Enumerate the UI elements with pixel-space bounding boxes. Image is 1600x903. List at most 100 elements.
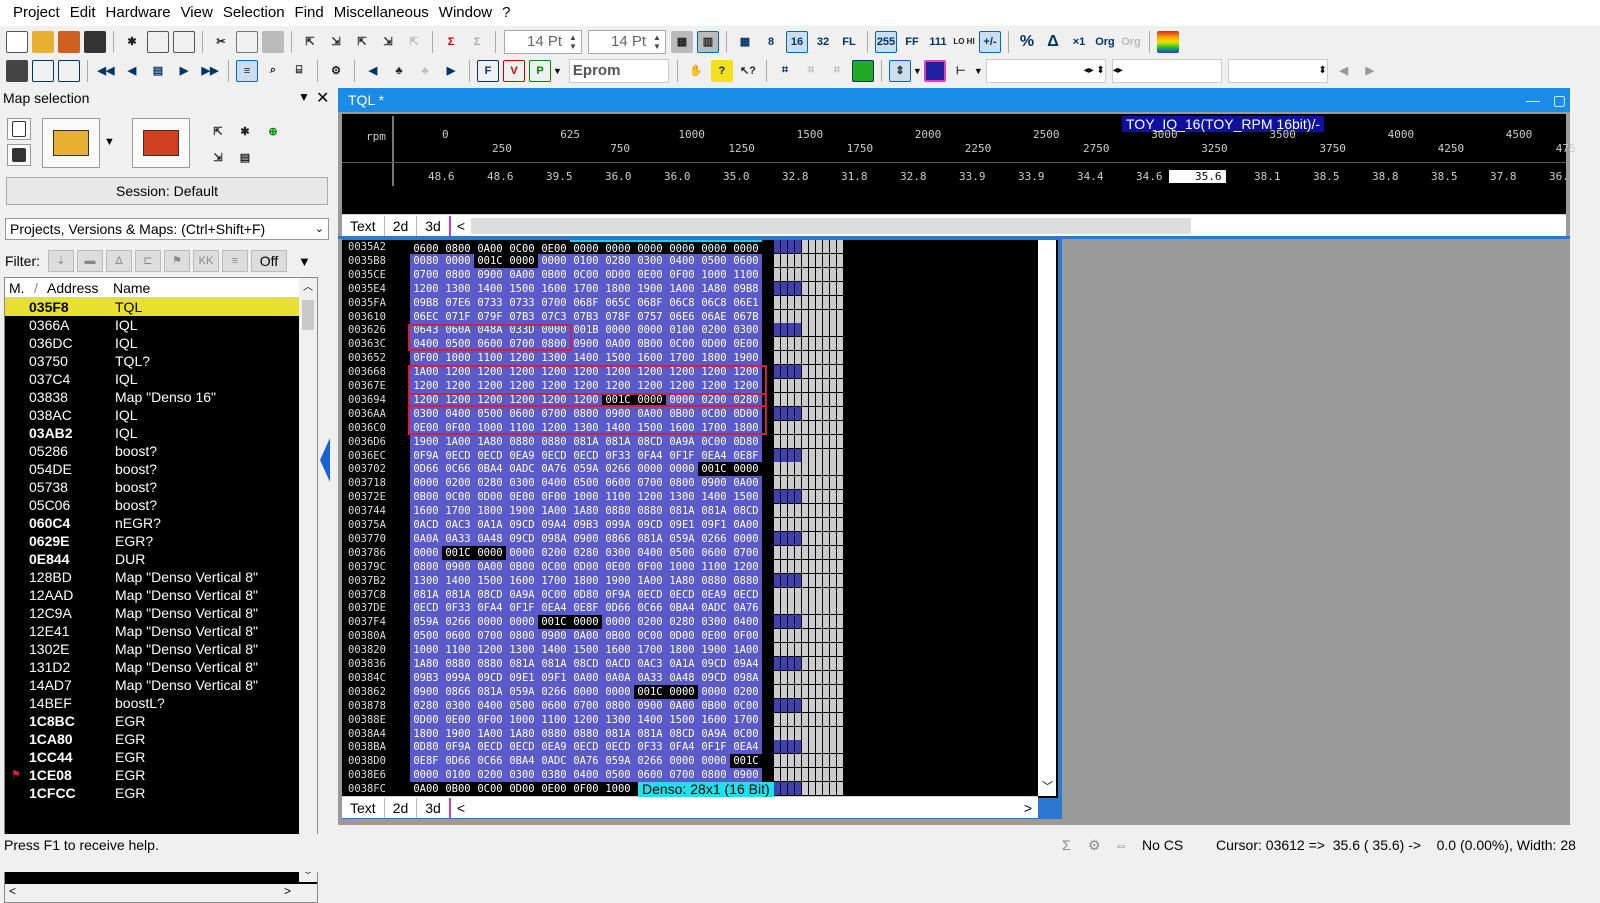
split-window-icon[interactable] <box>58 59 80 82</box>
hex-cell[interactable]: 1100 <box>698 559 730 574</box>
hex-cell[interactable]: 0880 <box>538 726 570 741</box>
grid-icon[interactable]: ▦ <box>671 30 693 53</box>
map-row[interactable]: 036DC IQL <box>5 334 299 352</box>
cut-icon[interactable]: ✂ <box>210 31 232 53</box>
hex-cell[interactable]: 0500 <box>698 253 730 268</box>
export-project-icon[interactable]: ⇲ <box>207 146 229 168</box>
hex-cell[interactable]: 1100 <box>474 351 506 366</box>
offset-field[interactable]: ◂▸ ⬍ <box>985 58 1106 83</box>
list-icon[interactable]: ▤ <box>147 60 169 82</box>
hex-cell[interactable]: 0266 <box>698 531 730 546</box>
compare-icon[interactable] <box>851 59 874 82</box>
hex-cell[interactable]: 0A33 <box>634 670 666 685</box>
hex-cell[interactable]: 0EA9 <box>698 587 730 602</box>
col-sort[interactable]: / <box>25 278 47 297</box>
hex-cell[interactable]: 0300 <box>602 545 634 560</box>
hex-cell[interactable]: 1A00 <box>666 281 698 296</box>
hex-scroll-down-icon[interactable]: ﹀ <box>1042 778 1053 794</box>
hex-cell[interactable]: 0A9A <box>698 726 730 741</box>
hex-cell[interactable]: 0266 <box>538 684 570 699</box>
hex-cell[interactable]: 1700 <box>442 504 474 519</box>
map-row[interactable]: 037C4 IQL <box>5 370 299 388</box>
hex-cell[interactable]: 0A00 <box>730 518 762 532</box>
map-row[interactable]: 05C06 boost? <box>5 496 299 514</box>
hex-cell[interactable]: 0A1A <box>474 518 506 532</box>
flag-v-icon[interactable]: V <box>503 59 525 82</box>
hex-cell[interactable]: 06E1 <box>730 295 762 310</box>
hex-cell[interactable]: 0880 <box>538 434 570 449</box>
hex-cell[interactable]: 0880 <box>474 657 506 671</box>
hex-cell[interactable]: 1400 <box>634 712 666 727</box>
hex-cell[interactable]: 0500 <box>570 476 602 491</box>
minimize-icon[interactable]: — <box>1526 88 1540 112</box>
hex-cell[interactable]: 1600 <box>634 351 666 366</box>
hex-cell[interactable]: 1A80 <box>474 434 506 449</box>
hex-cell[interactable]: 0400 <box>634 545 666 560</box>
hex-cell[interactable]: 1400 <box>538 643 570 658</box>
hex-cell[interactable]: 1600 <box>506 573 538 588</box>
hex-cell[interactable]: 1000 <box>698 267 730 282</box>
hex-cell[interactable]: 0200 <box>474 768 506 783</box>
axis-value[interactable]: 36.0 <box>605 170 632 183</box>
hex-cell[interactable]: 0A48 <box>474 531 506 546</box>
hex-cell[interactable]: 0EA4 <box>730 740 762 755</box>
close-icon[interactable]: ✕ <box>316 88 329 108</box>
map-row[interactable]: 1C8BC EGR <box>5 712 299 730</box>
hex-cell[interactable]: 0700 <box>410 267 442 282</box>
hex-cell[interactable]: 1900 <box>442 726 474 741</box>
hex-cell[interactable]: 0ECD <box>506 740 538 755</box>
maximize-icon[interactable]: ▢ <box>1553 88 1566 112</box>
hex-cell[interactable]: 0400 <box>474 698 506 713</box>
hex-cell[interactable]: 0C00 <box>538 559 570 574</box>
axis-value[interactable]: 36. <box>1549 170 1569 183</box>
hex-cell[interactable]: 1500 <box>602 351 634 366</box>
hex-cell[interactable]: 1400 <box>570 351 602 366</box>
hex-cell[interactable]: 0A00 <box>410 782 442 796</box>
hex-cell[interactable]: 0F33 <box>442 601 474 616</box>
axis-value[interactable]: 48.6 <box>428 170 455 183</box>
hex-cell[interactable]: 0880 <box>634 504 666 519</box>
hex-cell[interactable]: 0900 <box>538 629 570 644</box>
hex-cell[interactable]: 0F9A <box>442 740 474 755</box>
hex-cell[interactable]: 065C <box>602 295 634 310</box>
hex-cell[interactable]: 1600 <box>410 504 442 519</box>
hex-cell[interactable]: 001C <box>474 253 506 268</box>
hex-cell[interactable]: 1100 <box>442 643 474 658</box>
hex-cell[interactable]: 0D80 <box>730 434 762 449</box>
hex-cell[interactable]: 08CD <box>474 587 506 602</box>
hex-cell[interactable]: 081A <box>602 726 634 741</box>
axis-hscrollbar[interactable] <box>471 217 1192 234</box>
hex-cell[interactable]: 0000 <box>474 545 506 560</box>
hex-cell[interactable]: 0000 <box>666 754 698 769</box>
hex-cell[interactable]: 0700 <box>474 629 506 644</box>
hex-cell[interactable]: 0A00 <box>602 337 634 352</box>
step-field[interactable]: ⬍ <box>1227 58 1328 83</box>
hex-cell[interactable]: 0080 <box>410 253 442 268</box>
hex-cell[interactable]: 0EA9 <box>506 448 538 463</box>
hex-cell[interactable]: 0F00 <box>730 629 762 644</box>
hex-cell[interactable]: 0A33 <box>442 531 474 546</box>
hex-cell[interactable]: 0BA4 <box>666 601 698 616</box>
hex-cell[interactable]: 001C <box>538 615 570 630</box>
hex-cell[interactable]: 0A1A <box>666 657 698 671</box>
open-dropdown-icon[interactable]: ▼ <box>104 136 115 148</box>
hex-cell[interactable]: 0900 <box>410 684 442 699</box>
hex-cell[interactable]: 0F1F <box>698 740 730 755</box>
binary-icon[interactable]: 111 <box>927 31 949 53</box>
percent-icon[interactable]: % <box>1016 31 1038 53</box>
hex-cell[interactable]: 0A9A <box>506 587 538 602</box>
hex-cell[interactable]: 081A <box>570 434 602 449</box>
menu-window[interactable]: Window <box>434 0 497 26</box>
hex-cell[interactable]: 0ECD <box>538 448 570 463</box>
hex-cell[interactable]: 0733 <box>506 295 538 310</box>
menu-hardware[interactable]: Hardware <box>101 0 176 26</box>
dropdown-arrow-icon[interactable]: ▼ <box>553 66 562 76</box>
hex-cell[interactable]: 0D00 <box>570 559 602 574</box>
hex-cell[interactable]: 0B00 <box>538 267 570 282</box>
hex-cell[interactable]: 1100 <box>602 490 634 505</box>
32bit-icon[interactable]: 32 <box>812 31 834 53</box>
hex-cell[interactable]: 1200 <box>474 643 506 658</box>
panel-collapse-handle[interactable] <box>320 438 334 488</box>
hex-cell[interactable]: 0ECD <box>570 448 602 463</box>
hex-cell[interactable]: 0900 <box>570 531 602 546</box>
